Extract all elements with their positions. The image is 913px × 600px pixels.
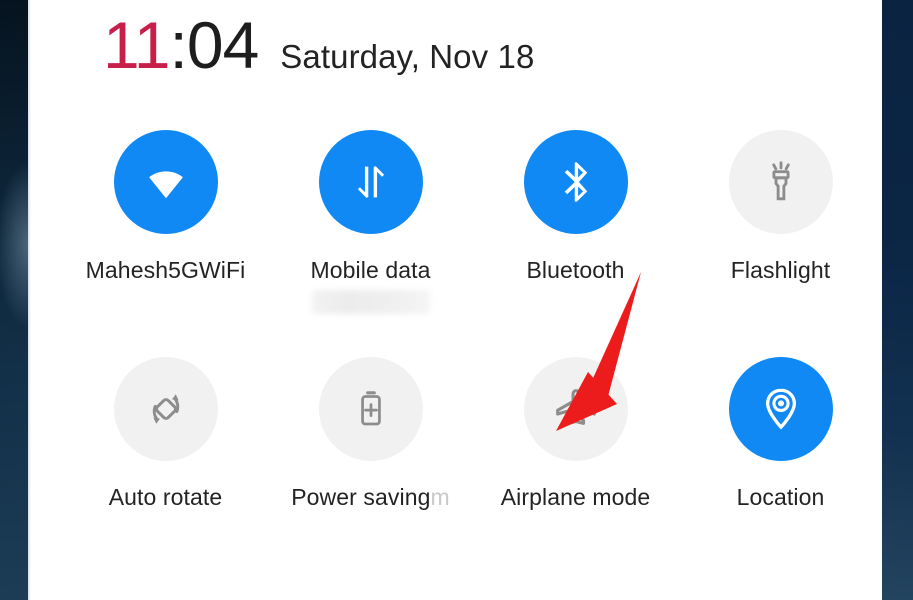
tile-airplane-mode-button[interactable] — [523, 357, 628, 461]
tile-flashlight-button[interactable] — [728, 130, 833, 234]
airplane-icon — [555, 389, 596, 425]
battery-saver-icon — [360, 391, 381, 426]
tile-airplane-mode[interactable]: Airplane mode — [473, 357, 678, 511]
tile-power-saving-button[interactable] — [318, 357, 423, 461]
tile-wifi-label: Mahesh5GWiFi — [85, 257, 246, 283]
tile-mobile-data[interactable]: Mobile data — [268, 130, 473, 314]
tile-auto-rotate-label: Auto rotate — [108, 484, 223, 510]
tile-mobile-data-button[interactable] — [318, 130, 423, 234]
auto-rotate-icon — [152, 394, 179, 424]
tile-mobile-data-redacted-sublabel — [311, 290, 430, 314]
clock-separator: : — [169, 8, 188, 82]
tile-power-saving-label: Power savingm — [291, 484, 450, 511]
mobile-data-icon — [357, 166, 384, 198]
tile-power-saving-label-clipped: m — [430, 484, 450, 510]
wallpaper-right-edge — [882, 0, 913, 600]
quick-settings-screenshot: 11:04 Saturday, Nov 18 Mahesh5GWiFi Mobi… — [0, 0, 913, 600]
tile-auto-rotate-button[interactable] — [113, 357, 218, 461]
clock[interactable]: 11:04 — [103, 12, 259, 78]
wallpaper-left-edge — [0, 0, 28, 600]
tile-auto-rotate[interactable]: Auto rotate — [63, 357, 268, 511]
tile-bluetooth-label: Bluetooth — [526, 257, 625, 283]
clock-hour: 11 — [103, 8, 171, 82]
tile-flashlight[interactable]: Flashlight — [678, 130, 883, 314]
tile-wifi-button[interactable] — [113, 130, 218, 234]
clock-minute: 04 — [186, 8, 259, 82]
tile-location-label: Location — [736, 484, 825, 510]
quick-settings-panel: 11:04 Saturday, Nov 18 Mahesh5GWiFi Mobi… — [31, 0, 882, 600]
tile-airplane-mode-label: Airplane mode — [500, 484, 651, 510]
tile-wifi[interactable]: Mahesh5GWiFi — [63, 130, 268, 314]
tile-flashlight-label: Flashlight — [730, 257, 831, 283]
wifi-icon — [148, 171, 183, 199]
tile-location-button[interactable] — [728, 357, 833, 461]
tile-power-saving[interactable]: Power savingm — [268, 357, 473, 511]
tile-power-saving-label-text: Power saving — [291, 484, 431, 510]
date-label: Saturday, Nov 18 — [280, 38, 535, 75]
tile-location[interactable]: Location — [678, 357, 883, 511]
status-header: 11:04 Saturday, Nov 18 — [103, 12, 534, 78]
flashlight-icon — [771, 161, 790, 201]
bluetooth-icon — [564, 162, 587, 202]
tile-mobile-data-label: Mobile data — [310, 257, 431, 283]
tile-bluetooth[interactable]: Bluetooth — [473, 130, 678, 314]
quick-settings-grid: Mahesh5GWiFi Mobile data Bluetooth Flash… — [63, 130, 883, 511]
tile-bluetooth-button[interactable] — [523, 130, 628, 234]
location-pin-icon — [765, 388, 796, 430]
